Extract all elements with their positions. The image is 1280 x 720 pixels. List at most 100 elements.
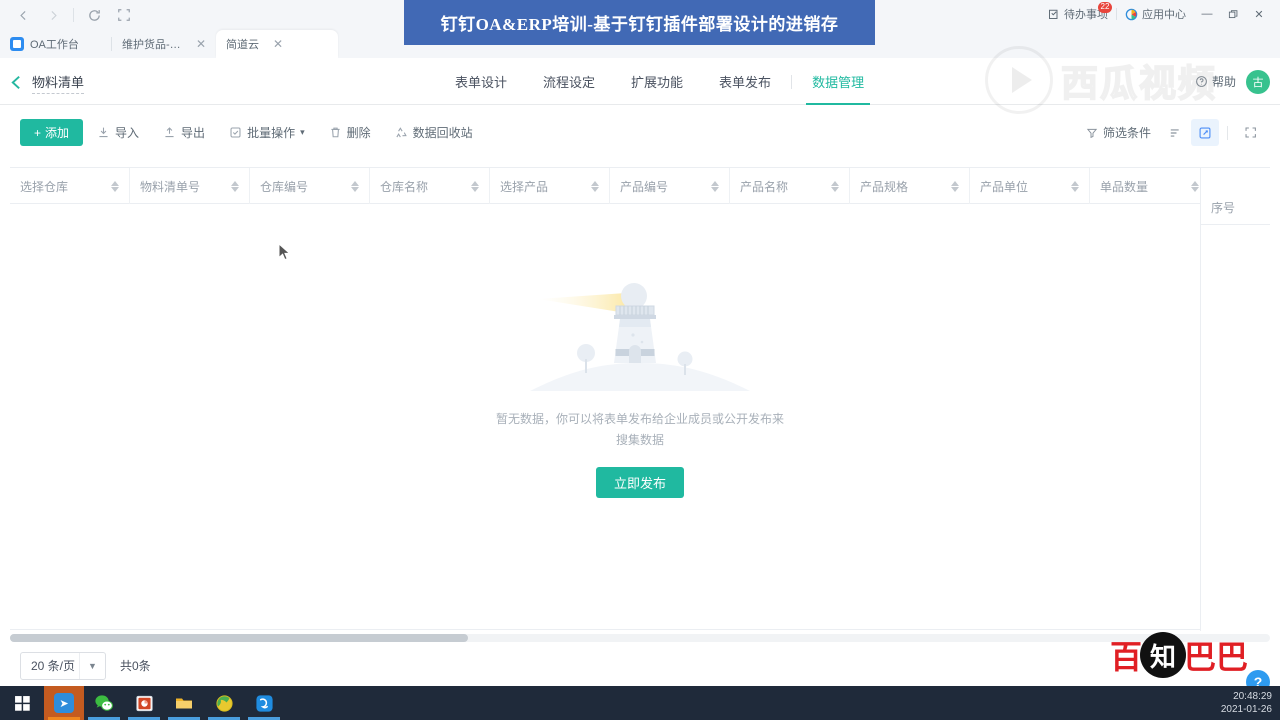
column-header-product-spec[interactable]: 产品规格 [850, 168, 970, 204]
sort-toggle-icon[interactable] [951, 181, 959, 192]
column-label: 选择产品 [500, 178, 548, 195]
taskbar-clock[interactable]: 20:48:29 2021-01-26 [1221, 686, 1272, 720]
sort-toggle-icon[interactable] [351, 181, 359, 192]
column-label: 单品数量 [1100, 178, 1148, 195]
export-button[interactable]: 导出 [153, 119, 215, 146]
sort-toggle-icon[interactable] [1071, 181, 1079, 192]
plus-icon: + [34, 126, 41, 140]
taskbar-qq-browser[interactable] [244, 686, 284, 720]
browser-chrome: OA工作台 维护货品-ERP基础 ✕ 简道云 ✕ 钉钉OA&ERP培训-基于钉钉… [0, 0, 1280, 58]
sort-icon[interactable] [1161, 119, 1189, 146]
qq-browser-icon [255, 694, 274, 713]
batch-operation-button[interactable]: 批量操作 ▾ [219, 119, 315, 146]
taskbar-wechat[interactable] [84, 686, 124, 720]
column-header-item-quantity[interactable]: 单品数量 [1090, 168, 1210, 204]
tab-form-publish[interactable]: 表单发布 [701, 58, 789, 105]
browser-tab-label: 简道云 [226, 36, 259, 52]
sort-toggle-icon[interactable] [711, 181, 719, 192]
back-chevron-icon[interactable] [4, 70, 28, 94]
taskbar-dingtalk[interactable]: ➤ [44, 686, 84, 720]
app-center-button[interactable]: 应用中心 [1117, 6, 1194, 22]
column-label: 序号 [1211, 199, 1235, 216]
trash-icon [329, 126, 342, 139]
screenshot-icon[interactable] [109, 2, 139, 28]
browser-tab-jiandaoyun[interactable]: 简道云 ✕ [216, 30, 338, 58]
browser-tab-label: OA工作台 [30, 36, 79, 52]
app-center-label: 应用中心 [1142, 6, 1186, 22]
tab-favicon-icon [10, 37, 24, 51]
tabs-divider [791, 75, 792, 89]
column-label: 仓库名称 [380, 178, 428, 195]
recycle-icon [395, 126, 408, 139]
total-count-label: 共0条 [120, 657, 151, 674]
column-header-select-warehouse[interactable]: 选择仓库 [10, 168, 130, 204]
publish-now-button[interactable]: 立即发布 [596, 467, 684, 498]
column-header-warehouse-code[interactable]: 仓库编号 [250, 168, 370, 204]
taskbar-browser[interactable] [204, 686, 244, 720]
globe-browser-icon [215, 694, 234, 713]
close-button[interactable]: ✕ [1246, 2, 1272, 26]
browser-tab-oa[interactable]: OA工作台 [0, 30, 112, 58]
sort-toggle-icon[interactable] [831, 181, 839, 192]
column-label: 产品规格 [860, 178, 908, 195]
folder-icon [174, 693, 194, 713]
taskbar-file-explorer[interactable] [164, 686, 204, 720]
back-icon[interactable] [8, 2, 38, 28]
sort-toggle-icon[interactable] [1191, 181, 1199, 192]
export-button-label: 导出 [181, 124, 205, 141]
browser-tab-erp[interactable]: 维护货品-ERP基础 ✕ [112, 30, 216, 58]
fullscreen-icon[interactable] [1236, 119, 1264, 146]
filter-button[interactable]: 筛选条件 [1078, 124, 1159, 141]
tab-label: 表单设计 [455, 72, 507, 91]
column-header-product-unit[interactable]: 产品单位 [970, 168, 1090, 204]
minimize-button[interactable]: — [1194, 2, 1220, 26]
column-label: 产品名称 [740, 178, 788, 195]
tab-process-setting[interactable]: 流程设定 [525, 58, 613, 105]
add-button[interactable]: + 添加 [20, 119, 83, 146]
help-button[interactable]: 帮助 [1195, 73, 1236, 90]
column-header-product-code[interactable]: 产品编号 [610, 168, 730, 204]
tab-data-management[interactable]: 数据管理 [794, 58, 882, 105]
windows-logo-icon [14, 695, 31, 712]
close-icon[interactable]: ✕ [273, 37, 283, 51]
import-button[interactable]: 导入 [87, 119, 149, 146]
todo-items-button[interactable]: 待办事项 22 [1040, 6, 1116, 22]
column-label: 产品单位 [980, 178, 1028, 195]
horizontal-scrollbar[interactable] [10, 634, 1270, 642]
scrollbar-thumb[interactable] [10, 634, 468, 642]
lighthouse-illustration [530, 279, 750, 399]
recycle-bin-button[interactable]: 数据回收站 [385, 119, 483, 146]
dingtalk-icon: ➤ [54, 693, 74, 713]
close-icon[interactable]: ✕ [196, 37, 206, 51]
restore-button[interactable] [1220, 2, 1246, 26]
windows-taskbar: ➤ [0, 686, 1280, 720]
tab-form-design[interactable]: 表单设计 [437, 58, 525, 105]
start-button[interactable] [0, 686, 44, 720]
column-header-sequence[interactable]: 序号 [1201, 168, 1270, 225]
reload-icon[interactable] [79, 2, 109, 28]
card-view-icon[interactable] [1191, 119, 1219, 146]
page-size-select[interactable]: 20 条/页 ▼ [20, 652, 106, 680]
powerpoint-icon [135, 694, 154, 713]
chevron-down-icon: ▾ [300, 127, 305, 138]
chevron-down-icon[interactable]: ▼ [79, 653, 105, 679]
column-header-select-product[interactable]: 选择产品 [490, 168, 610, 204]
sort-toggle-icon[interactable] [231, 181, 239, 192]
column-header-warehouse-name[interactable]: 仓库名称 [370, 168, 490, 204]
import-icon [97, 126, 110, 139]
tab-extensions[interactable]: 扩展功能 [613, 58, 701, 105]
taskbar-powerpoint[interactable] [124, 686, 164, 720]
app-center-icon [1125, 8, 1138, 21]
toolbar-left-group: + 添加 导入 导出 批量操作 ▾ [20, 119, 483, 146]
sort-toggle-icon[interactable] [591, 181, 599, 192]
avatar[interactable]: 古 [1246, 70, 1270, 94]
column-header-bom-number[interactable]: 物料清单号 [130, 168, 250, 204]
sort-toggle-icon[interactable] [111, 181, 119, 192]
browser-tab-label: 维护货品-ERP基础 [122, 36, 182, 52]
delete-button[interactable]: 删除 [319, 119, 381, 146]
clock-date: 2021-01-26 [1221, 703, 1272, 716]
clock-time: 20:48:29 [1233, 690, 1272, 703]
column-header-product-name[interactable]: 产品名称 [730, 168, 850, 204]
sort-toggle-icon[interactable] [471, 181, 479, 192]
forward-icon[interactable] [38, 2, 68, 28]
